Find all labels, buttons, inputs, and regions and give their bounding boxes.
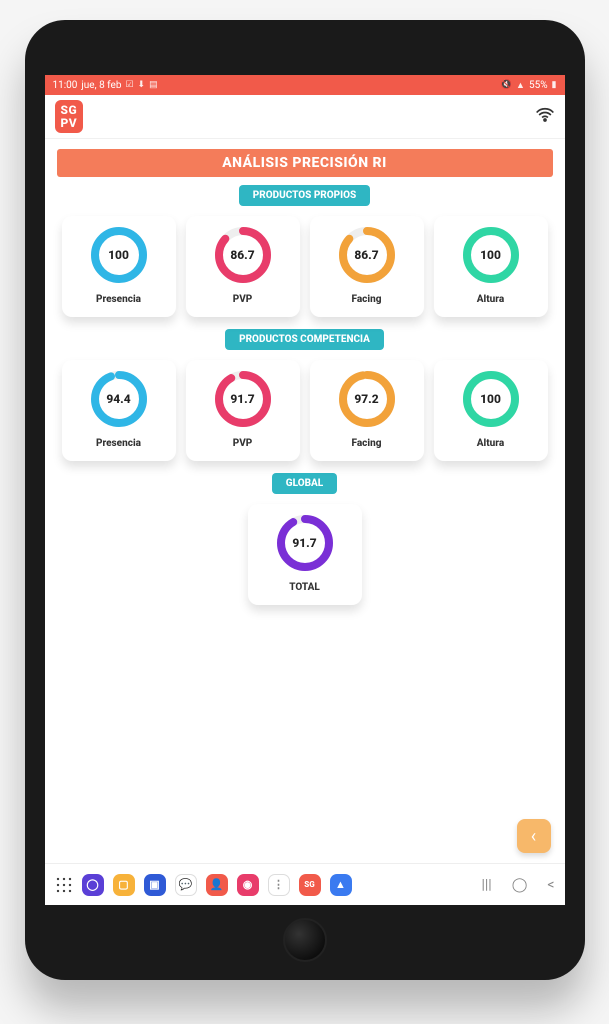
metric-value: 91.7 [214, 370, 272, 428]
metric-value: 91.7 [276, 514, 334, 572]
status-date: jue, 8 feb [81, 80, 121, 91]
main-content: ANÁLISIS PRECISIÓN RI PRODUCTOS PROPIOS 1… [45, 139, 565, 863]
check-icon: ☑ [125, 80, 133, 90]
home-button[interactable]: ◯ [512, 877, 528, 893]
dock-nav: ||| ◯ < [481, 877, 554, 893]
logo-line-1: SG [61, 104, 78, 117]
app-logo[interactable]: SG PV [55, 100, 84, 133]
metric-card[interactable]: 91.7 TOTAL [248, 504, 362, 605]
dock-app-camera[interactable]: ◉ [237, 874, 259, 896]
device-home-button[interactable] [283, 918, 327, 962]
progress-ring: 97.2 [338, 370, 396, 428]
metric-label: Facing [352, 294, 382, 305]
app-header: SG PV [45, 95, 565, 139]
metric-card[interactable]: 100 Presencia [62, 216, 176, 317]
progress-ring: 100 [462, 226, 520, 284]
battery-icon: ▮ [552, 80, 557, 90]
metric-value: 97.2 [338, 370, 396, 428]
page-title: ANÁLISIS PRECISIÓN RI [57, 149, 553, 177]
section-heading: GLOBAL [272, 473, 337, 494]
metric-label: Altura [477, 294, 504, 305]
progress-ring: 100 [462, 370, 520, 428]
metric-label: Facing [352, 438, 382, 449]
metric-card[interactable]: 86.7 Facing [310, 216, 424, 317]
dock-app-files[interactable]: ▢ [113, 874, 135, 896]
logo-line-2: PV [61, 117, 78, 130]
metric-label: Presencia [96, 438, 141, 449]
metric-card[interactable]: 100 Altura [434, 216, 548, 317]
recents-button[interactable]: ||| [481, 877, 491, 893]
metric-value: 100 [462, 226, 520, 284]
metric-value: 94.4 [90, 370, 148, 428]
metric-value: 86.7 [338, 226, 396, 284]
metric-value: 100 [462, 370, 520, 428]
back-button[interactable]: ‹ [517, 819, 551, 853]
metric-card[interactable]: 94.4 Presencia [62, 360, 176, 461]
cards-row: 94.4 Presencia 91.7 PVP 97.2 Facing 100 Altura [45, 356, 565, 467]
metric-label: PVP [233, 438, 253, 449]
status-left: 11:00 jue, 8 feb ☑ ⬇ ▤ [53, 80, 158, 91]
navigation-dock: ◯ ▢ ▣ 💬 👤 ◉ ⋮ SG ▲ ||| ◯ < [45, 863, 565, 905]
dock-app-dashboard[interactable]: ▲ [330, 874, 352, 896]
metric-value: 100 [90, 226, 148, 284]
back-nav-button[interactable]: < [547, 877, 554, 893]
image-icon: ▤ [149, 80, 158, 90]
dock-app-chat[interactable]: 💬 [175, 874, 197, 896]
progress-ring: 100 [90, 226, 148, 284]
metric-card[interactable]: 100 Altura [434, 360, 548, 461]
progress-ring: 86.7 [338, 226, 396, 284]
progress-ring: 91.7 [276, 514, 334, 572]
dock-app-sgpv[interactable]: SG [299, 874, 321, 896]
progress-ring: 86.7 [214, 226, 272, 284]
cards-row: 91.7 TOTAL [45, 500, 565, 611]
metric-label: Presencia [96, 294, 141, 305]
metric-card[interactable]: 86.7 PVP [186, 216, 300, 317]
metric-card[interactable]: 91.7 PVP [186, 360, 300, 461]
chevron-left-icon: ‹ [531, 826, 536, 847]
dock-apps: ◯ ▢ ▣ 💬 👤 ◉ ⋮ SG ▲ [55, 874, 352, 896]
sections-container: PRODUCTOS PROPIOS100Presencia86.7PVP86.7… [45, 185, 565, 611]
status-right: 🔇 ▲ 55% ▮ [501, 80, 557, 91]
metric-label: Altura [477, 438, 504, 449]
tablet-frame: 11:00 jue, 8 feb ☑ ⬇ ▤ 🔇 ▲ 55% ▮ SG PV [25, 20, 585, 980]
metric-card[interactable]: 97.2 Facing [310, 360, 424, 461]
metric-label: TOTAL [289, 582, 320, 593]
wifi-icon: ▲ [516, 80, 525, 91]
progress-ring: 94.4 [90, 370, 148, 428]
device-screen: 11:00 jue, 8 feb ☑ ⬇ ▤ 🔇 ▲ 55% ▮ SG PV [45, 75, 565, 905]
status-time: 11:00 [53, 80, 78, 91]
mute-icon: 🔇 [501, 80, 512, 90]
status-battery: 55% [529, 80, 548, 91]
section-heading: PRODUCTOS PROPIOS [239, 185, 370, 206]
download-icon: ⬇ [138, 80, 146, 90]
progress-ring: 91.7 [214, 370, 272, 428]
dock-app-contacts[interactable]: 👤 [206, 874, 228, 896]
metric-label: PVP [233, 294, 253, 305]
metric-value: 86.7 [214, 226, 272, 284]
dock-app-tv[interactable]: ▣ [144, 874, 166, 896]
dock-app-menu[interactable]: ⋮ [268, 874, 290, 896]
dock-app-browser[interactable]: ◯ [82, 874, 104, 896]
cards-row: 100 Presencia 86.7 PVP 86.7 Facing 100 Altura [45, 212, 565, 323]
wifi-indicator-icon [535, 105, 555, 129]
apps-grid-icon[interactable] [55, 876, 73, 894]
section-heading: PRODUCTOS COMPETENCIA [225, 329, 384, 350]
status-bar: 11:00 jue, 8 feb ☑ ⬇ ▤ 🔇 ▲ 55% ▮ [45, 75, 565, 95]
